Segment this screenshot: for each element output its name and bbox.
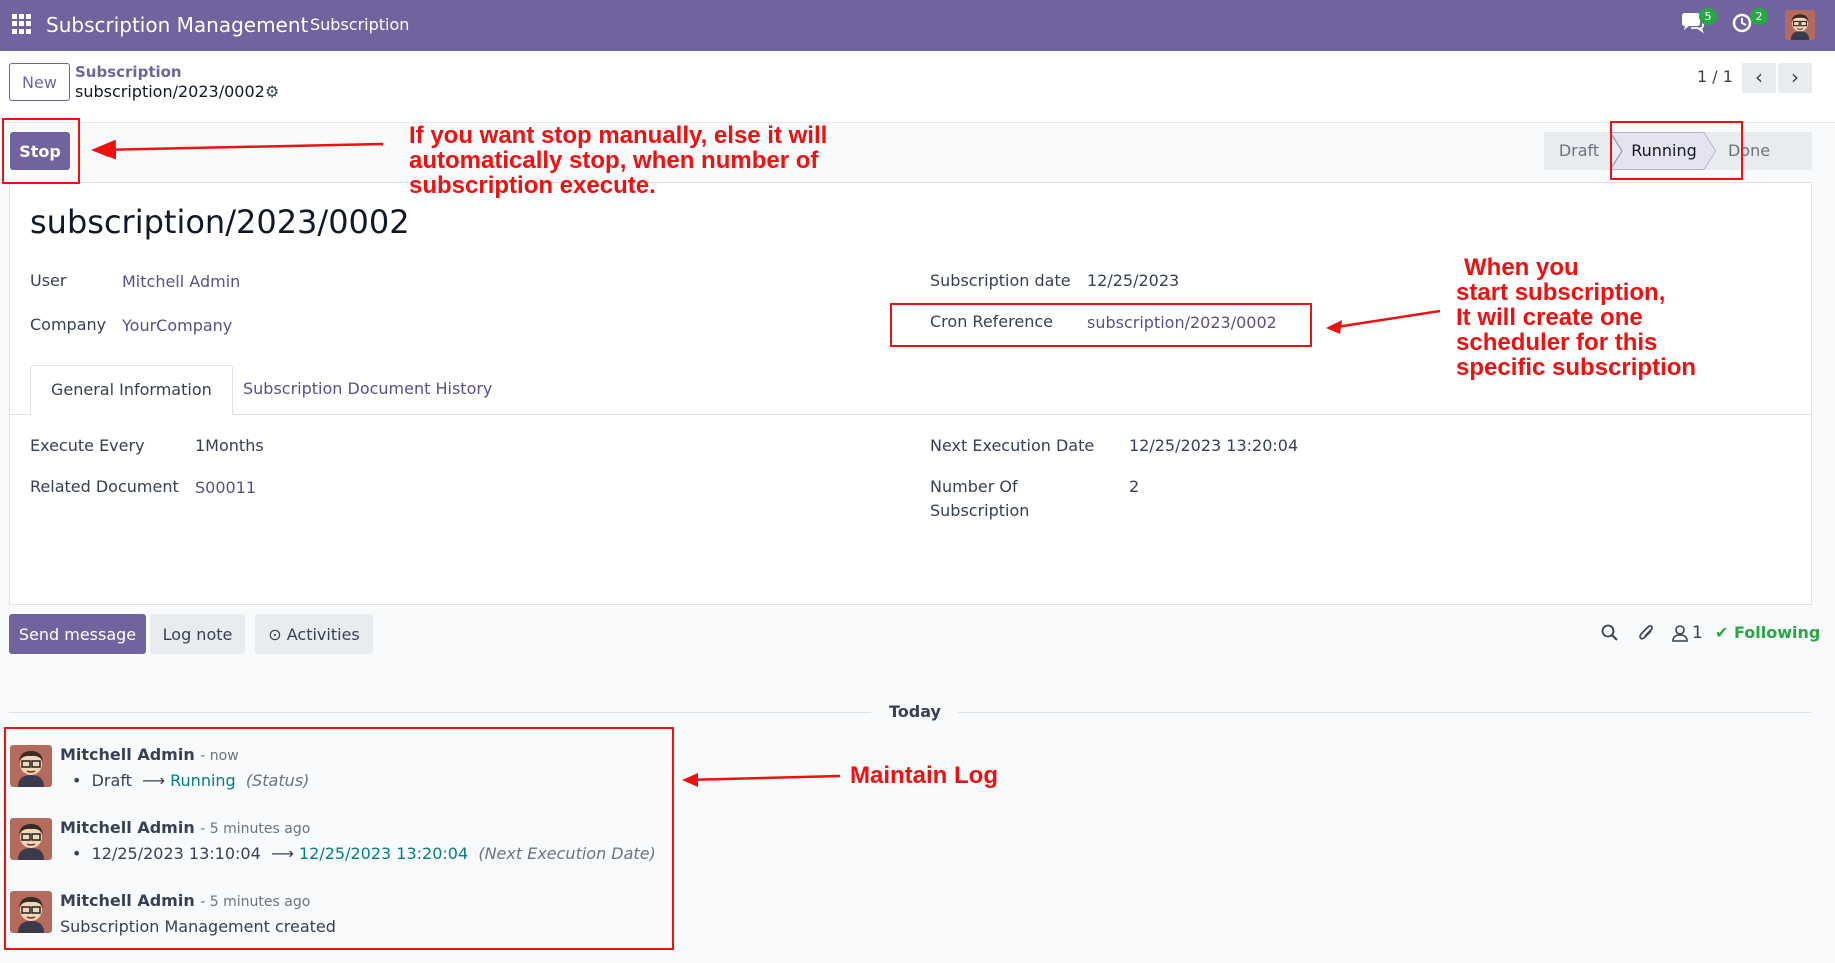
following-button[interactable]: ✔ Following	[1715, 623, 1820, 642]
next-execution-date-label: Next Execution Date	[930, 436, 1095, 455]
record-title: subscription/2023/0002	[30, 203, 410, 241]
activities-badge: 2	[1750, 8, 1768, 25]
annotation-stop-note: If you want stop manually, else it will …	[409, 122, 828, 199]
company-label: Company	[30, 315, 107, 334]
following-label: Following	[1733, 623, 1821, 642]
annotation-log-note: Maintain Log	[850, 762, 998, 789]
annotation-box-stage	[1610, 121, 1743, 180]
today-label: Today	[889, 702, 941, 721]
clock-icon: ⊙	[268, 624, 282, 644]
form-statusbar: Stop Draft Running Done	[0, 124, 1835, 179]
messages-icon[interactable]: 5	[1679, 8, 1717, 40]
annotation-cron-note: When you start subscription, It will cre…	[1456, 254, 1697, 381]
followers-count[interactable]: 1	[1692, 623, 1703, 643]
subscription-date-label: Subscription date	[930, 271, 1071, 290]
tab-subscription-document-history[interactable]: Subscription Document History	[223, 365, 512, 415]
send-message-button[interactable]: Send message	[9, 614, 146, 654]
control-panel: New Subscription subscription/2023/0002 …	[0, 51, 1835, 123]
activities-button[interactable]: ⊙ Activities	[255, 614, 373, 654]
number-of-subscription-label: Number Of	[930, 477, 1018, 496]
user-field[interactable]: Mitchell Admin	[122, 272, 240, 291]
tab-general-information[interactable]: General Information	[30, 365, 233, 415]
execute-every-field[interactable]: 1Months	[195, 436, 264, 455]
gear-icon[interactable]: ⚙	[265, 82, 279, 101]
number-of-subscription-field[interactable]: 2	[1129, 477, 1139, 496]
annotation-box-log	[4, 727, 674, 950]
activities-button-label: Activities	[286, 624, 360, 644]
log-note-button[interactable]: Log note	[150, 614, 245, 654]
top-navbar: Subscription Management Subscription 5 2	[0, 0, 1835, 51]
attachment-icon[interactable]	[1638, 624, 1656, 647]
activities-icon[interactable]: 2	[1730, 8, 1768, 40]
user-avatar[interactable]	[1785, 10, 1815, 40]
breadcrumb-current: subscription/2023/0002	[75, 82, 265, 101]
pager-value[interactable]: 1 / 1	[1697, 67, 1733, 86]
company-field[interactable]: YourCompany	[122, 316, 232, 335]
annotation-box-stop	[2, 118, 80, 184]
related-document-field[interactable]: S00011	[195, 478, 256, 497]
search-icon[interactable]	[1601, 624, 1619, 647]
check-icon: ✔	[1715, 623, 1729, 642]
new-button[interactable]: New	[9, 63, 70, 101]
subscription-date-field[interactable]: 12/25/2023	[1087, 271, 1179, 290]
apps-menu-icon[interactable]	[12, 14, 32, 34]
breadcrumb-parent[interactable]: Subscription	[75, 63, 182, 81]
stage-draft[interactable]: Draft	[1544, 132, 1614, 170]
user-label: User	[30, 271, 67, 290]
annotation-box-cron	[890, 303, 1312, 347]
app-title[interactable]: Subscription Management	[46, 13, 308, 37]
pager-previous-button[interactable]: ‹	[1742, 63, 1776, 93]
chatter-topbar: Send message Log note ⊙ Activities 1 ✔ F…	[0, 614, 1835, 656]
execute-every-label: Execute Every	[30, 436, 145, 455]
next-execution-date-field[interactable]: 12/25/2023 13:20:04	[1129, 436, 1298, 455]
messages-badge: 5	[1699, 8, 1717, 25]
number-of-subscription-label-2: Subscription	[930, 501, 1030, 520]
menu-subscription[interactable]: Subscription	[310, 15, 409, 34]
form-sheet: subscription/2023/0002 User Mitchell Adm…	[9, 182, 1812, 605]
date-separator: Today	[0, 702, 1835, 722]
related-document-label: Related Document	[30, 477, 179, 496]
followers-icon[interactable]	[1672, 624, 1688, 647]
pager-next-button[interactable]: ›	[1778, 63, 1812, 93]
